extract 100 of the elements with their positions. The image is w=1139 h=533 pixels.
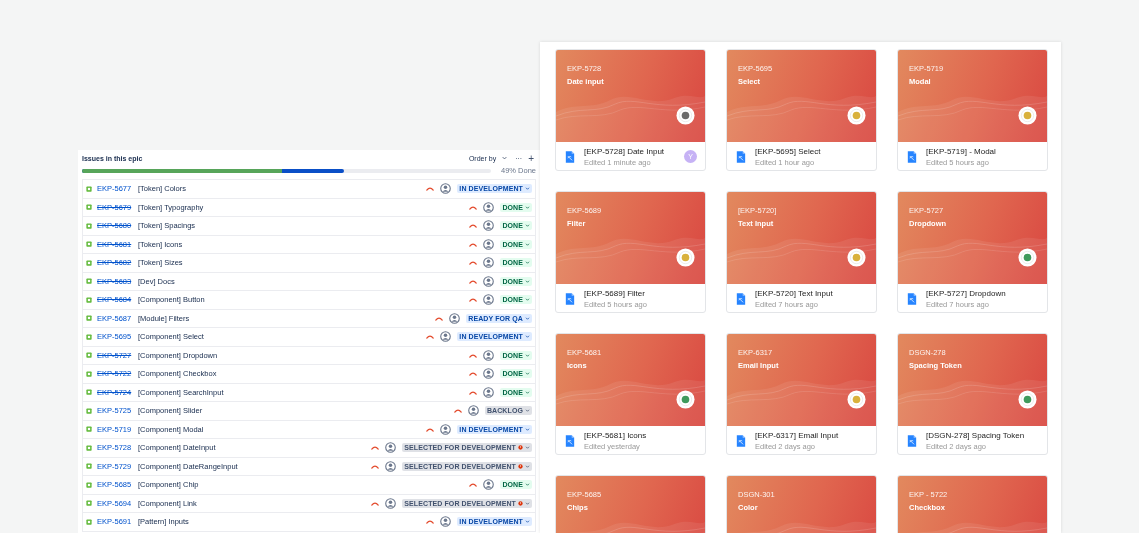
caret-icon <box>525 520 530 524</box>
caret-icon <box>525 483 530 487</box>
caret-icon <box>525 316 530 320</box>
avatar-icon <box>440 183 452 195</box>
warning-icon <box>518 445 523 451</box>
warning-icon <box>518 500 523 506</box>
avatar-icon <box>440 423 452 435</box>
story-icon <box>86 370 92 377</box>
story-icon <box>86 185 92 192</box>
avatar-icon <box>483 368 495 380</box>
caret-icon <box>525 353 530 357</box>
document-icon <box>907 150 917 163</box>
caret-icon <box>525 464 530 468</box>
priority-icon <box>469 482 478 488</box>
document-icon <box>907 292 917 305</box>
priority-icon <box>469 204 478 210</box>
priority-icon <box>435 315 444 321</box>
warning-icon <box>518 463 523 469</box>
avatar-icon <box>440 516 452 528</box>
document-icon <box>565 150 575 163</box>
caret-icon <box>525 446 530 450</box>
file-title: [EKP-5727] Dropdown <box>926 288 1007 298</box>
avatar-icon <box>483 201 495 213</box>
avatar-icon <box>483 275 495 287</box>
caret-icon <box>525 242 530 246</box>
story-icon <box>86 222 92 229</box>
file-title: [EKP-6317] Email Input <box>755 430 840 440</box>
seal-icon <box>847 390 866 409</box>
priority-icon <box>426 519 435 525</box>
avatar-icon <box>483 257 495 269</box>
avatar-icon <box>483 349 495 361</box>
story-icon <box>86 463 92 470</box>
caret-icon <box>525 279 530 283</box>
caret-icon <box>525 224 530 228</box>
file-title: [EKP-5689] Filter <box>584 288 646 298</box>
priority-icon <box>371 463 380 469</box>
priority-icon <box>426 426 435 432</box>
seal-icon <box>847 248 866 267</box>
priority-icon <box>469 371 478 377</box>
caret-icon <box>525 205 530 209</box>
caret-icon <box>502 156 508 160</box>
document-icon <box>736 150 746 163</box>
priority-icon <box>371 500 380 506</box>
caret-icon <box>525 409 530 413</box>
file-title: [EKP-5681] Icons <box>584 430 648 440</box>
priority-icon <box>469 389 478 395</box>
avatar-icon <box>483 294 495 306</box>
avatar-icon <box>385 497 397 509</box>
avatar-icon <box>483 220 495 232</box>
document-icon <box>565 434 575 447</box>
file-title: [EKP-5720] Text Input <box>755 288 834 298</box>
seal-icon <box>676 106 695 125</box>
seal-icon <box>676 248 695 267</box>
story-icon <box>86 204 92 211</box>
priority-icon <box>469 241 478 247</box>
caret-icon <box>525 335 530 339</box>
story-icon <box>86 315 92 322</box>
priority-icon <box>453 408 462 414</box>
avatar-icon <box>483 479 495 491</box>
caret-icon <box>525 187 530 191</box>
caret-icon <box>525 261 530 265</box>
caret-icon <box>525 390 530 394</box>
seal-icon <box>847 106 866 125</box>
caret-icon <box>525 501 530 505</box>
seal-icon <box>1018 390 1037 409</box>
story-icon <box>86 426 92 433</box>
priority-icon <box>469 297 478 303</box>
story-icon <box>86 259 92 266</box>
story-icon <box>86 407 92 414</box>
priority-icon <box>371 445 380 451</box>
seal-icon <box>1018 106 1037 125</box>
story-icon <box>86 333 92 340</box>
caret-icon <box>525 427 530 431</box>
avatar-icon <box>467 405 479 417</box>
caret-icon <box>525 372 530 376</box>
priority-icon <box>426 186 435 192</box>
document-icon <box>736 292 746 305</box>
avatar-icon <box>483 386 495 398</box>
story-icon <box>86 481 92 488</box>
document-icon <box>736 434 746 447</box>
priority-icon <box>469 223 478 229</box>
seal-icon <box>1018 248 1037 267</box>
story-icon <box>86 500 92 507</box>
priority-icon <box>469 260 478 266</box>
seal-icon <box>676 390 695 409</box>
priority-icon <box>469 352 478 358</box>
add-button[interactable]: + <box>526 152 536 164</box>
priority-icon <box>426 334 435 340</box>
avatar-icon <box>440 331 452 343</box>
document-icon <box>565 292 575 305</box>
story-icon <box>86 241 92 248</box>
file-title: [EKP-5695] Select <box>755 146 822 156</box>
caret-icon <box>525 298 530 302</box>
story-icon <box>86 352 92 359</box>
avatar-icon <box>483 238 495 250</box>
file-title: [EKP-5719] - Modal <box>926 146 997 156</box>
story-icon <box>86 278 92 285</box>
avatar-icon <box>449 312 461 324</box>
file-title: [DSGN-278] Spacing Token <box>926 430 1026 440</box>
avatar-icon <box>385 460 397 472</box>
